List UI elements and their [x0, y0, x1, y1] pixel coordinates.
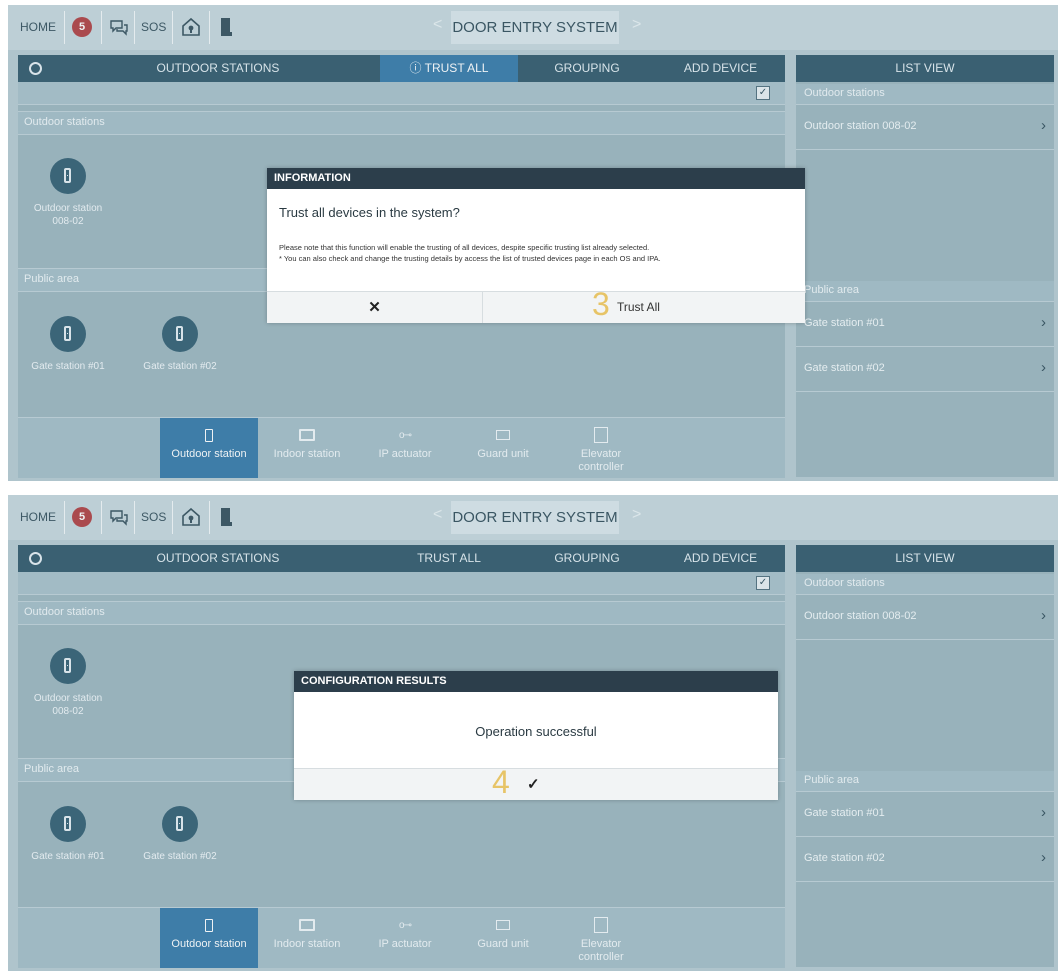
screen-trust-all-dialog: HOME 5 SOS < DOOR ENTRY SYSTEM > OUTDOOR… — [8, 5, 1058, 481]
dialog-title: CONFIGURATION RESULTS — [294, 671, 778, 692]
dialog-footer: ✕ 3 Trust All — [267, 286, 805, 323]
dialog-note: Please note that this function will enab… — [279, 243, 661, 263]
screen-configuration-results: HOME 5 SOS < DOOR ENTRY SYSTEM > OUTDOOR… — [8, 495, 1058, 971]
configuration-results-dialog: CONFIGURATION RESULTS Operation successf… — [294, 671, 778, 800]
dialog-footer: 4 ✓ — [294, 764, 778, 800]
dialog-title: INFORMATION — [267, 168, 805, 189]
confirm-button[interactable]: ✓ — [527, 775, 540, 793]
step-number: 4 — [492, 764, 510, 800]
trust-all-button[interactable]: Trust All — [617, 300, 660, 314]
dialog-message: Operation successful — [475, 724, 597, 739]
step-number: 3 — [592, 286, 610, 322]
information-dialog: INFORMATION Trust all devices in the sys… — [267, 168, 805, 323]
dialog-question: Trust all devices in the system? — [279, 205, 460, 220]
cancel-button[interactable]: ✕ — [267, 292, 482, 323]
